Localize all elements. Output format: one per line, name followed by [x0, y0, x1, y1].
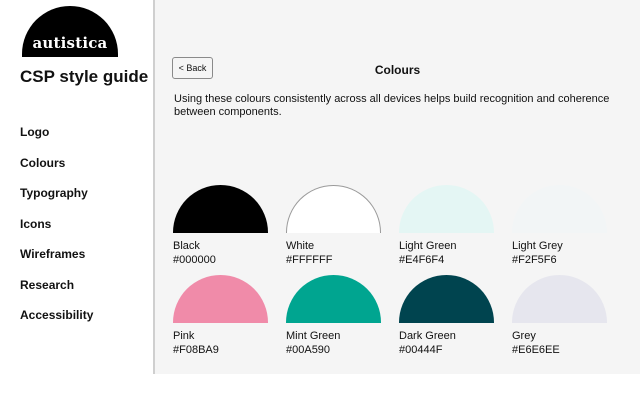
colour-name: Light Green	[399, 240, 457, 252]
logo-text: autistica	[32, 34, 108, 52]
colour-swatch-light-grey: Light Grey #F2F5F6	[512, 185, 607, 267]
colour-swatch-mint-green: Mint Green #00A590	[286, 275, 381, 357]
sidebar-item-typography[interactable]: Typography	[20, 185, 93, 216]
colour-hex: #E6E6EE	[512, 344, 560, 356]
colour-sample	[173, 275, 268, 323]
sidebar-item-logo[interactable]: Logo	[20, 124, 93, 155]
colour-sample	[399, 185, 494, 233]
colour-name: Light Grey	[512, 240, 563, 252]
colour-sample	[286, 275, 381, 323]
colour-hex: #00444F	[399, 344, 443, 356]
colour-swatch-black: Black #000000	[173, 185, 268, 267]
colour-sample	[399, 275, 494, 323]
colour-hex: #FFFFFF	[286, 254, 333, 266]
colour-swatch-grey: Grey #E6E6EE	[512, 275, 607, 357]
colour-hex: #000000	[173, 254, 216, 266]
sidebar-item-icons[interactable]: Icons	[20, 216, 93, 247]
intro-text: Using these colours consistently across …	[174, 93, 610, 118]
colour-hex: #F08BA9	[173, 344, 219, 356]
sidebar-item-accessibility[interactable]: Accessibility	[20, 307, 93, 338]
autistica-logo[interactable]: autistica	[22, 6, 118, 57]
colour-name: Pink	[173, 330, 195, 342]
colour-sample	[173, 185, 268, 233]
colour-hex: #E4F6F4	[399, 254, 445, 266]
sidebar: autistica CSP style guide Logo Colours Typ…	[0, 0, 153, 374]
sidebar-item-colours[interactable]: Colours	[20, 155, 93, 186]
colour-sample	[512, 275, 607, 323]
colour-name: Black	[173, 240, 200, 252]
main-content: < Back Colours Using these colours consi…	[155, 0, 640, 374]
colour-hex: #00A590	[286, 344, 331, 356]
colour-name: Grey	[512, 330, 536, 342]
colour-swatch-white: White #FFFFFF	[286, 185, 381, 267]
colour-swatch-dark-green: Dark Green #00444F	[399, 275, 494, 357]
colour-sample	[512, 185, 607, 233]
sidebar-item-research[interactable]: Research	[20, 277, 93, 308]
page-title: Colours	[374, 63, 421, 77]
colour-name: Mint Green	[286, 330, 341, 342]
sidebar-item-wireframes[interactable]: Wireframes	[20, 246, 93, 277]
colour-name: Dark Green	[399, 330, 456, 342]
colour-swatch-light-green: Light Green #E4F6F4	[399, 185, 494, 267]
colour-swatch-pink: Pink #F08BA9	[173, 275, 268, 357]
colour-sample	[286, 185, 381, 233]
style-guide-title: CSP style guide	[20, 67, 149, 86]
colour-hex: #F2F5F6	[512, 254, 557, 266]
colour-name: White	[286, 240, 315, 252]
sidebar-nav: Logo Colours Typography Icons Wireframes Rese…	[20, 124, 93, 338]
